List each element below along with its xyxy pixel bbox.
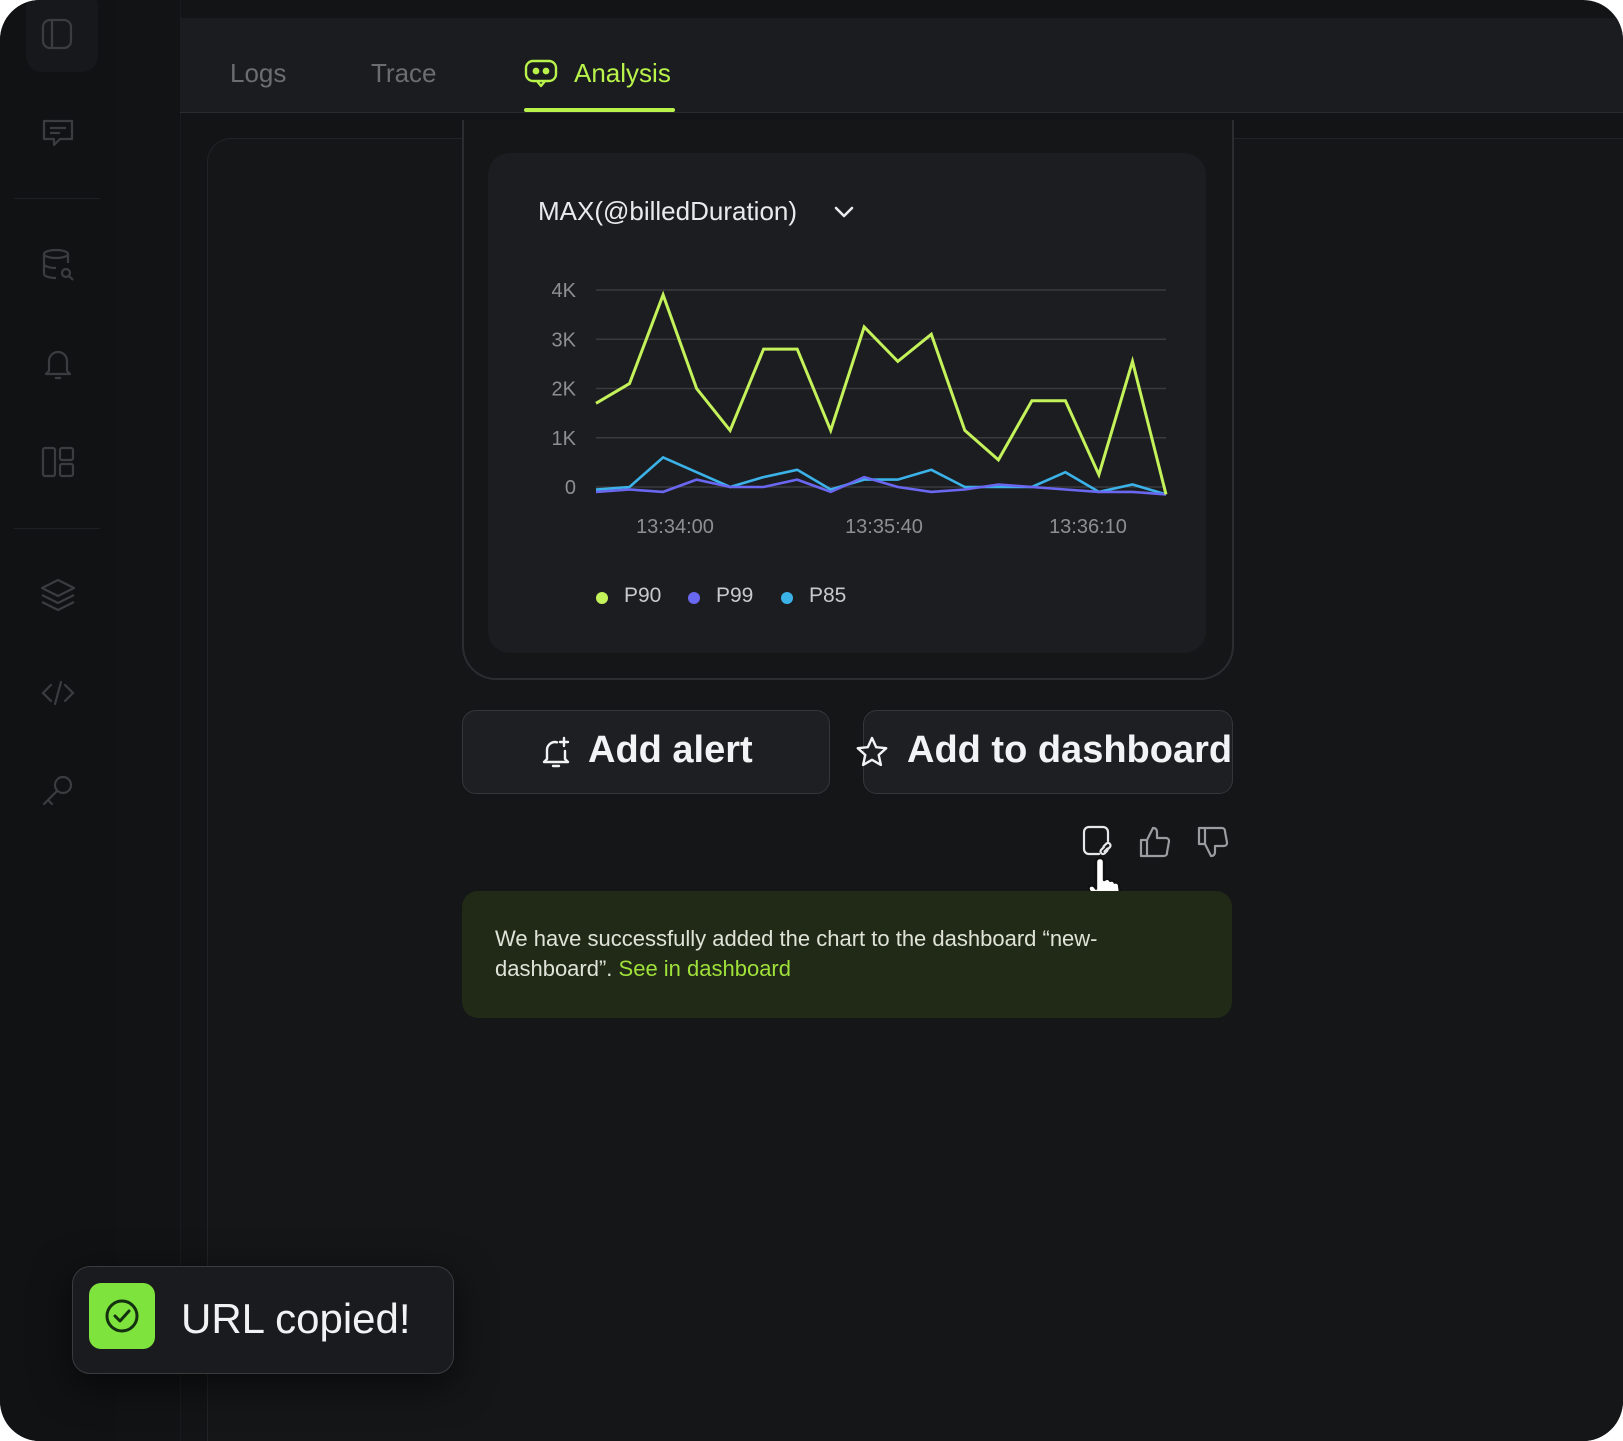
success-message: We have successfully added the chart to … (495, 924, 1195, 984)
success-message-text: We have successfully added the chart to … (495, 926, 1098, 981)
legend-dot-p85 (781, 592, 793, 604)
database-search-icon[interactable] (38, 245, 78, 285)
y-tick-label: 1K (552, 428, 577, 450)
code-icon[interactable] (38, 673, 78, 713)
bell-icon[interactable] (38, 344, 78, 384)
thumbs-down-icon[interactable] (1195, 824, 1231, 860)
analysis-bot-icon (524, 58, 558, 88)
y-tick-label: 0 (565, 477, 576, 499)
chat-icon[interactable] (38, 112, 78, 152)
key-icon[interactable] (38, 771, 78, 811)
secondary-column (116, 0, 181, 1441)
line-chart: 4K 3K 2K 1K 0 13:34:00 13:35:40 13:36:10 (552, 280, 1168, 538)
legend-dot-p90 (596, 592, 608, 604)
tab-analysis[interactable]: Analysis (574, 58, 671, 89)
y-tick-label: 4K (552, 280, 577, 302)
app-window: Logs Trace Analysis MAX(@billedDuration)… (0, 0, 1623, 1441)
active-tab-indicator (524, 108, 675, 112)
y-tick-label: 2K (552, 379, 577, 401)
tab-logs[interactable]: Logs (230, 58, 286, 89)
layers-icon[interactable] (38, 575, 78, 615)
toast-text: URL copied! (181, 1295, 411, 1342)
legend-label-p85: P85 (809, 584, 847, 607)
sidebar (0, 0, 117, 1441)
layout-icon[interactable] (38, 442, 78, 482)
see-in-dashboard-link[interactable]: See in dashboard (619, 956, 791, 981)
toast-notification: URL copied! (72, 1266, 454, 1374)
notebook-icon[interactable] (38, 14, 78, 54)
thumbs-up-icon[interactable] (1137, 824, 1173, 860)
x-tick-label: 13:34:00 (636, 516, 714, 538)
add-to-dashboard-label: Add to dashboard (907, 729, 1233, 771)
legend-label-p99: P99 (716, 584, 754, 607)
add-alert-button[interactable]: Add alert (462, 710, 830, 794)
legend-label-p90: P90 (624, 584, 662, 607)
y-tick-label: 3K (552, 329, 577, 351)
add-to-dashboard-button[interactable]: Add to dashboard (856, 710, 1233, 794)
x-tick-label: 13:36:10 (1049, 516, 1127, 538)
tab-bar: Logs Trace Analysis (180, 18, 1623, 113)
legend-dot-p99 (688, 592, 700, 604)
star-icon (855, 735, 889, 769)
x-tick-label: 13:35:40 (845, 516, 923, 538)
bell-plus-icon (539, 735, 573, 769)
check-circle-icon (89, 1283, 155, 1349)
add-alert-label: Add alert (588, 729, 753, 771)
tab-trace[interactable]: Trace (371, 58, 437, 89)
series-line-p85 (595, 455, 1167, 496)
